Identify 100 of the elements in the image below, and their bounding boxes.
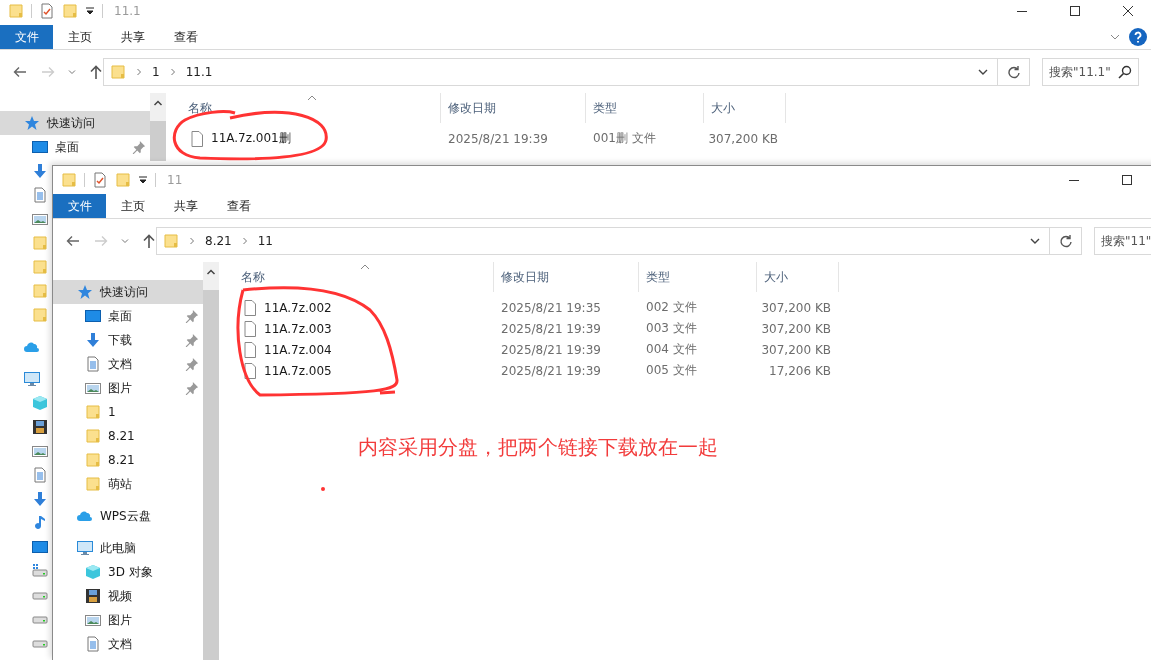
sidebar-item[interactable]: 文档 [53,352,203,376]
folder-icon [85,476,101,492]
film-icon [85,588,101,604]
picture-icon [85,612,101,628]
column-header[interactable]: 类型 [639,262,757,292]
search-field[interactable]: 搜索"11.1" [1042,58,1139,86]
ribbon-tab[interactable]: 查看 [212,194,265,218]
folder-icon [163,233,179,249]
column-header[interactable]: 大小 [704,93,786,123]
monitor-icon [32,139,48,155]
ribbon-tab[interactable]: 共享 [159,194,212,218]
sidebar-item[interactable]: 桌面 [0,135,150,159]
dropdown-icon[interactable] [85,6,95,16]
table-cell-text: 307,200 KB [760,341,832,359]
breadcrumb[interactable]: 11 [257,234,273,248]
forward-arrow-icon[interactable] [93,233,109,249]
address-bar[interactable]: 1 11.1 [103,58,998,86]
sidebar-item[interactable]: 1 [53,400,203,424]
table-cell-text: 307,200 KB [707,130,779,148]
pin-icon[interactable] [132,140,146,154]
folder-icon [32,307,48,323]
column-header[interactable]: 修改日期 [494,262,639,292]
pin-icon[interactable] [185,333,199,347]
table-cell-text: 002 文件 [645,299,698,316]
sidebar-item[interactable]: 图片 [53,608,203,632]
sidebar-item[interactable]: 萌站 [53,472,203,496]
back-arrow-icon[interactable] [12,64,28,80]
table-cell-text: 17,206 KB [768,362,832,380]
table-cell-text: 2025/8/21 19:39 [500,341,602,359]
sort-caret-icon [307,95,317,101]
sidebar-item[interactable]: 快速访问 [53,280,203,304]
folder-icon [8,3,24,19]
annotation-dot [321,487,325,491]
breadcrumb[interactable]: 8.21 [205,234,232,248]
column-header[interactable]: 类型 [586,93,704,123]
refresh-button[interactable] [1050,227,1082,255]
ribbon-tab[interactable]: 主页 [53,25,106,49]
search-field[interactable]: 搜索"11" [1094,227,1151,255]
address-bar[interactable]: 8.21 11 [156,227,1050,255]
file-name[interactable]: 11A.7z.001删 [211,130,291,147]
table-cell-text: 307,200 KB [760,299,832,317]
breadcrumb[interactable]: 11.1 [185,65,213,79]
sidebar-item[interactable]: 8.21 [53,448,203,472]
computer-icon [77,540,93,556]
sidebar-item[interactable]: 视频 [53,584,203,608]
film-icon [32,419,48,435]
ribbon-tab[interactable]: 共享 [106,25,159,49]
window-title: 11 [167,173,183,187]
table-cell-text: 2025/8/21 19:39 [500,320,602,338]
sidebar-item[interactable]: 桌面 [53,304,203,328]
folder-icon [115,172,131,188]
sidebar-item[interactable]: 8.21 [53,424,203,448]
file-name[interactable]: 11A.7z.005 [264,363,332,378]
file-name[interactable]: 11A.7z.002 [264,300,332,315]
sidebar-item[interactable]: 3D 对象 [53,560,203,584]
monitor-icon [85,308,101,324]
table-cell-text: 001删 文件 [592,130,657,147]
up-arrow-icon[interactable] [88,64,104,80]
refresh-button[interactable] [998,58,1030,86]
file-name[interactable]: 11A.7z.004 [264,342,332,357]
refresh-icon [1058,234,1073,248]
pin-icon[interactable] [185,309,199,323]
sidebar-item[interactable]: WPS云盘 [53,504,203,528]
close-icon [1123,6,1133,16]
column-header[interactable]: 大小 [757,262,839,292]
dropdown-icon[interactable] [138,175,148,185]
table-cell-text: 2025/8/21 19:39 [447,130,549,148]
column-header[interactable]: 修改日期 [441,93,586,123]
music-note-icon [32,515,48,531]
search-placeholder: 搜索"11" [1101,232,1151,250]
sidebar-item[interactable]: 图片 [53,376,203,400]
forward-arrow-icon[interactable] [40,64,56,80]
document-icon [85,356,101,372]
window-title: 11.1 [114,4,141,18]
ribbon-tab[interactable]: 主页 [106,194,159,218]
back-arrow-icon[interactable] [65,233,81,249]
sidebar-item[interactable]: 文档 [53,632,203,656]
breadcrumb[interactable]: 1 [152,65,160,79]
scroll-up-icon[interactable] [153,99,163,107]
up-arrow-icon[interactable] [141,233,157,249]
download-arrow-icon [85,332,101,348]
folder-icon [85,404,101,420]
file-name[interactable]: 11A.7z.003 [264,321,332,336]
help-icon[interactable] [1129,28,1147,46]
file-icon [189,130,205,147]
chevron-right-icon [189,237,195,245]
sidebar-item[interactable]: 下载 [53,328,203,352]
scrollbar[interactable] [150,93,166,161]
table-cell-text: 005 文件 [645,362,698,379]
star-icon [24,115,40,131]
folder-icon [85,452,101,468]
pin-icon[interactable] [185,381,199,395]
column-header[interactable]: 名称 [219,262,494,292]
sidebar-item[interactable]: 此电脑 [53,536,203,560]
picture-icon [32,211,48,227]
pin-icon[interactable] [185,357,199,371]
ribbon-tab[interactable]: 查看 [159,25,212,49]
scroll-thumb[interactable] [150,121,166,161]
scroll-up-icon[interactable] [206,268,216,276]
sidebar-item[interactable]: 快速访问 [0,111,150,135]
